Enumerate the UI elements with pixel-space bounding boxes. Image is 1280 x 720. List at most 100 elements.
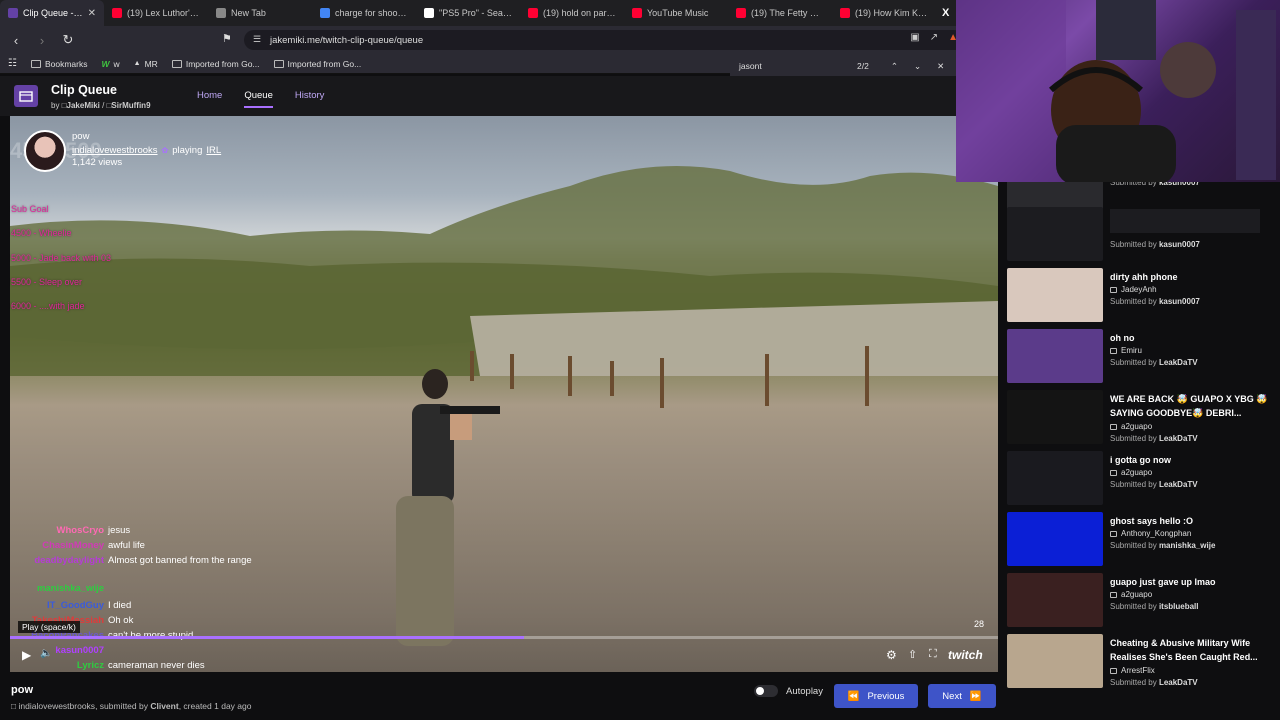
mr-icon: ▲ [133,60,141,67]
nav-queue[interactable]: Queue [244,90,273,108]
meta-channel-link[interactable]: indialovewestbrooks [19,701,96,711]
chat-username[interactable]: IT_GoodGuy [47,600,104,611]
next-button[interactable]: Next ⏩ [928,684,996,708]
chat-username[interactable]: kasun0007 [55,645,104,656]
find-prev-icon[interactable]: ⌃ [891,61,898,72]
queue-thumbnail[interactable] [1007,634,1103,688]
bookmark-item[interactable]: Imported from Go... [171,59,260,69]
find-next-icon[interactable]: ⌄ [914,61,921,72]
bookmark-item[interactable]: Imported from Go... [273,59,361,69]
chat-username[interactable]: Lyricz [77,660,104,671]
progress-bar[interactable] [10,636,998,639]
autoplay-control: Autoplay [754,685,823,697]
folder-icon [171,59,182,68]
browser-tab[interactable]: (19) How Kim Karda [832,0,936,26]
app-authors: by □JakeMiki / □SirMuffin9 [51,101,151,110]
browser-tab[interactable]: Clip Queue - O ✕ [0,0,104,26]
queue-thumbnail[interactable] [1007,451,1103,505]
queue-item[interactable]: oh no Emiru Submitted by LeakDaTV [1007,329,1272,385]
queue-submitted-by: Submitted by LeakDaTV [1110,480,1198,489]
clip-name: pow [11,684,33,696]
chat-username[interactable]: manishka_wije [37,583,104,594]
twitch-logo[interactable]: twitch [948,648,983,662]
browser-tab[interactable]: New Tab [208,0,312,26]
nav-home[interactable]: Home [197,90,222,108]
reload-icon[interactable]: ↻ [58,32,78,48]
channel-link[interactable]: indialovewestbrooks [72,145,158,156]
find-input[interactable]: jasont [739,61,849,71]
site-info-icon[interactable]: ☰ [253,34,261,45]
folder-icon [30,59,41,68]
streamer-avatar[interactable] [24,130,66,172]
browser-tab[interactable]: (19) hold on parker [520,0,624,26]
queue-item[interactable]: dirty ahh phone JadeyAnh Submitted by kasu… [1007,268,1272,324]
queue-channel: a2guapo [1110,468,1152,477]
queue-item[interactable]: Submitted by kasun0007 [1007,207,1272,263]
browser-tab[interactable]: (19) The Fetty Wap [728,0,832,26]
fullscreen-icon[interactable]: ⛶ [929,648,937,661]
nav-history[interactable]: History [295,90,325,108]
clip-queue-logo-icon[interactable] [14,85,38,107]
video-frame [10,166,998,646]
queue-item[interactable]: ghost says hello :O Anthony_Kongphan Submi… [1007,512,1272,568]
fast-forward-icon: ⏩ [969,690,982,702]
chat-text: I died [108,600,132,611]
x-logo-icon[interactable]: X [942,7,949,19]
queue-thumbnail[interactable] [1007,268,1103,322]
browser-tab[interactable]: (19) Lex Luthor's M [104,0,208,26]
tab-close-icon[interactable]: ✕ [88,8,96,19]
browser-toolbar: ‹ › ↻ ⚑ ☰ jakemiki.me/twitch-clip-queue/… [0,26,964,54]
address-bar[interactable]: ☰ jakemiki.me/twitch-clip-queue/queue ▣ … [244,30,964,50]
browser-tab[interactable]: YouTube Music [624,0,728,26]
chat-username[interactable]: deadbydaylight [34,555,104,566]
browser-tab[interactable]: charge for shooting [312,0,416,26]
apps-grid-icon[interactable]: ☷ [8,58,17,69]
author-link[interactable]: JakeMiki [67,101,100,110]
share-icon[interactable]: ⇧ [908,648,917,661]
bookmark-item[interactable]: Ww [101,59,119,69]
queue-thumbnail[interactable] [1007,573,1103,627]
find-count: 2/2 [857,61,869,71]
queue-thumbnail[interactable] [1007,329,1103,383]
autoplay-toggle[interactable] [754,685,778,697]
previous-button[interactable]: ⏪ Previous [834,684,918,708]
queue-thumbnail[interactable] [1007,512,1103,566]
find-bar: jasont 2/2 ⌃ ⌄ ✕ [730,56,960,76]
tab-title: Clip Queue - O [23,8,83,18]
bookmark-star-icon[interactable]: ⚑ [222,32,232,45]
queue-item[interactable]: i gotta go now a2guapo Submitted by LeakDa… [1007,451,1272,507]
app-title: Clip Queue [51,83,117,97]
back-icon[interactable]: ‹ [6,33,26,48]
video-player[interactable]: 4500 500 [10,116,998,672]
rewind-icon: ⏪ [847,690,860,702]
forward-icon[interactable]: › [32,33,52,48]
queue-title: guapo just gave up lmao [1110,577,1216,587]
play-icon[interactable]: ▶ [22,648,31,662]
browser-tab[interactable]: "PS5 Pro" - Search / [416,0,520,26]
queue-item[interactable]: Cheating & Abusive Military Wife Realise… [1007,634,1272,690]
find-close-icon[interactable]: ✕ [937,61,944,72]
bookmark-item[interactable]: Bookmarks [30,59,87,69]
chat-text: jesus [108,525,131,536]
queue-submitted-by: Submitted by LeakDaTV [1110,678,1198,687]
chat-username[interactable]: WhosCryo [57,525,105,536]
queue-thumbnail[interactable] [1007,207,1103,261]
queue-submitted-by: Submitted by LeakDaTV [1110,358,1198,367]
tab-favicon-icon [320,8,330,18]
queue-title: i gotta go now [1110,455,1171,465]
queue-item[interactable]: WE ARE BACK 🤯 GUAPO X YBG 🤯 SAYING GOODB… [1007,390,1272,446]
author-link[interactable]: SirMuffin9 [111,101,150,110]
queue-channel: ArrestFlix [1110,666,1155,675]
chat-icon [1110,347,1117,354]
share-icon[interactable]: ↗ [930,32,938,43]
settings-gear-icon[interactable]: ⚙ [886,648,897,662]
webcam-overlay [956,0,1280,182]
chat-username[interactable]: ChasinMoney [42,540,104,551]
queue-item[interactable]: guapo just gave up lmao a2guapo Submitted … [1007,573,1272,629]
category-link[interactable]: IRL [206,145,221,156]
volume-icon[interactable]: 🔈 [40,648,52,659]
tab-search-icon[interactable]: ▣ [910,32,919,43]
chat-icon: □ [11,701,17,711]
queue-thumbnail[interactable] [1007,390,1103,444]
bookmark-item[interactable]: ▲ MR [134,59,158,69]
